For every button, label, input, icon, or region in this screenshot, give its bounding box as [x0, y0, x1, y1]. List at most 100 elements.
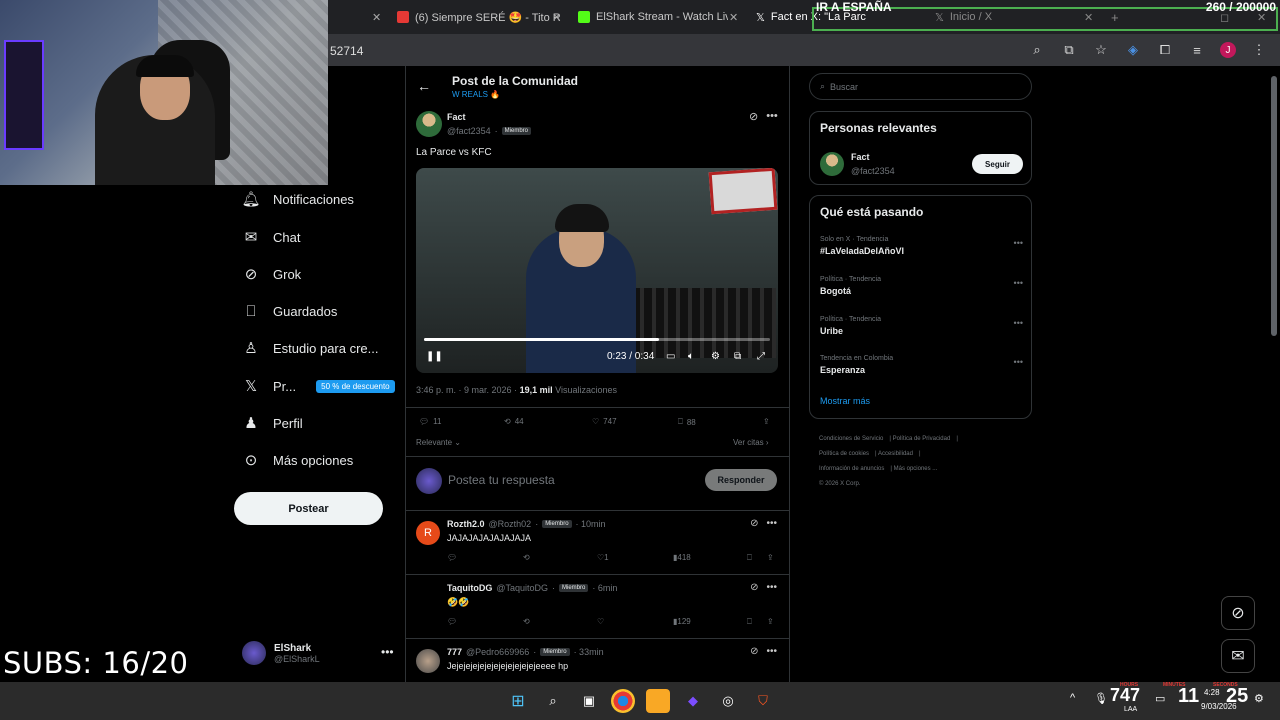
grok-icon[interactable]: ⊘ [750, 582, 758, 593]
post-button[interactable]: Postear [234, 492, 383, 525]
like-action[interactable]: ♡ 747 [592, 417, 617, 426]
url-text[interactable]: 52714 [330, 44, 363, 58]
search-input[interactable]: ⌕ Buscar [809, 73, 1032, 100]
more-icon[interactable]: ••• [1014, 318, 1023, 328]
more-icon[interactable]: ••• [766, 582, 777, 593]
grok-icon[interactable]: ⊘ [750, 646, 758, 657]
avatar[interactable] [416, 585, 440, 609]
heart-icon[interactable]: ♡ [597, 617, 604, 626]
avatar[interactable] [820, 152, 844, 176]
pip-icon[interactable]: ⧉ [734, 351, 741, 362]
comment-handle[interactable]: @TaquitoDG [496, 583, 548, 593]
grok-fab-button[interactable]: ⊘ [1221, 596, 1255, 630]
messages-fab-button[interactable]: ✉ [1221, 639, 1255, 673]
video-player[interactable]: ❚❚ 0:23 / 0:34 ▭ 🔈︎ ⚙ ⧉ ⤢ [416, 168, 778, 373]
account-switcher[interactable]: ElShark @ElSharkL [242, 641, 320, 665]
star-icon[interactable]: ☆ [1092, 41, 1110, 59]
post-timestamp[interactable]: 3:46 p. m. · 9 mar. 2026 · [416, 385, 517, 395]
back-arrow-icon[interactable]: ← [417, 78, 431, 94]
share-icon[interactable]: ⇪ [767, 553, 774, 562]
comment-item[interactable]: R Rozth2.0 @Rozth02 · Miembro · 10min JA… [406, 511, 789, 575]
bookmark-icon[interactable]: ⎕ [747, 553, 752, 563]
trend-item[interactable]: Tendencia en Colombia Esperanza ••• [820, 355, 1023, 375]
volume-icon[interactable]: 🔈︎ [688, 351, 694, 362]
chrome-icon[interactable] [611, 689, 635, 713]
tray-chevron-icon[interactable]: ^ [1070, 692, 1075, 704]
nav-profile[interactable]: ♟ Perfil [243, 415, 302, 432]
comment-handle[interactable]: @Pedro669966 [466, 647, 529, 657]
reply-icon[interactable]: 💬︎ [447, 617, 457, 626]
profile-avatar[interactable]: J [1220, 42, 1236, 58]
bookmark-icon[interactable]: ⎕ [747, 617, 752, 627]
more-icon[interactable]: ••• [1014, 357, 1023, 367]
search-icon[interactable]: ⌕ [541, 689, 565, 713]
avatar[interactable]: R [416, 521, 440, 545]
footer-link[interactable]: Política de Privacidad [893, 436, 951, 442]
grok-icon[interactable]: ⊘ [749, 110, 758, 123]
trend-item[interactable]: Solo en X · Tendencia #LaVeladaDelAñoVI … [820, 236, 1023, 256]
author-name[interactable]: Fact [447, 112, 466, 122]
fullscreen-icon[interactable]: ⤢ [757, 351, 765, 362]
nav-creator-studio[interactable]: ♙ Estudio para cre... [243, 340, 378, 357]
nav-premium[interactable]: 𝕏 Pr... 50 % de descuento [243, 378, 395, 395]
more-icon[interactable]: ••• [766, 646, 777, 657]
language-indicator[interactable]: LAA [1124, 706, 1137, 713]
share-action[interactable]: ⇪ [763, 417, 770, 426]
trend-item[interactable]: Política · Tendencia Uribe ••• [820, 316, 1023, 336]
cast-icon[interactable]: ⧉ [1060, 41, 1078, 59]
comment-author[interactable]: Rozth2.0 [447, 519, 485, 529]
app-diamond-icon[interactable]: ◆ [681, 689, 705, 713]
view-quotes-link[interactable]: Ver citas › [733, 438, 769, 447]
more-icon[interactable]: ••• [766, 110, 778, 123]
reply-input[interactable]: Postea tu respuesta [448, 473, 555, 487]
repost-icon[interactable]: ⟲ [523, 617, 530, 626]
extension-blue-icon[interactable]: ◈ [1124, 41, 1142, 59]
repost-icon[interactable]: ⟲ [523, 553, 530, 562]
grok-icon[interactable]: ⊘ [750, 518, 758, 529]
comment-time[interactable]: · 33min [574, 647, 604, 657]
menu-dots-icon[interactable]: ⋮ [1250, 41, 1268, 59]
trend-item[interactable]: Política · Tendencia Bogotá ••• [820, 276, 1023, 296]
tab-close-button[interactable]: ✕ [368, 6, 381, 28]
account-more-icon[interactable]: ••• [381, 645, 394, 659]
avatar[interactable] [416, 649, 440, 673]
reply-button[interactable]: Responder [705, 469, 777, 491]
footer-link[interactable]: Accesibilidad [878, 451, 913, 457]
comment-item[interactable]: 777 @Pedro669966 · Miembro · 33min Jejej… [406, 639, 789, 681]
sort-dropdown[interactable]: Relevante ⌄ [416, 438, 461, 447]
media-icon[interactable]: ≡ [1188, 41, 1206, 59]
relevant-user-name[interactable]: Fact [851, 152, 870, 162]
show-more-link[interactable]: Mostrar más [820, 396, 870, 406]
settings-icon[interactable]: ⚙ [711, 351, 720, 362]
more-icon[interactable]: ••• [1014, 278, 1023, 288]
author-avatar[interactable] [416, 111, 442, 137]
bookmark-action[interactable]: ⎕ 88 [678, 417, 696, 427]
relevant-user-handle[interactable]: @fact2354 [851, 166, 895, 176]
tab-close-button[interactable]: ✕ [548, 6, 561, 28]
nav-bookmarks[interactable]: ⎕ Guardados [243, 303, 337, 320]
author-handle[interactable]: @fact2354 [447, 126, 491, 136]
obs-icon[interactable]: ◎ [716, 689, 740, 713]
scroll-thumb[interactable] [1271, 76, 1277, 336]
windows-start-icon[interactable]: ⊞ [506, 689, 530, 713]
views-action[interactable]: ▮ 129 [673, 617, 691, 626]
tab-kick[interactable]: ElShark Stream - Watch Live [578, 6, 728, 28]
microphone-icon[interactable]: 🎙︎ [1094, 692, 1108, 705]
comment-author[interactable]: TaquitoDG [447, 583, 492, 593]
comment-handle[interactable]: @Rozth02 [489, 519, 532, 529]
footer-link[interactable]: Política de cookies [819, 451, 869, 457]
nav-more-options[interactable]: ⊙ Más opciones [243, 452, 354, 469]
more-icon[interactable]: ••• [1014, 238, 1023, 248]
page-scrollbar[interactable] [1268, 66, 1280, 682]
comment-author[interactable]: 777 [447, 647, 462, 657]
puzzle-icon[interactable]: ⧠ [1156, 41, 1174, 59]
nav-notifications[interactable]: 🔔︎ Notificaciones [241, 191, 353, 208]
tab-close-button[interactable]: ✕ [725, 6, 738, 28]
footer-link[interactable]: Información de anuncios [819, 466, 884, 472]
views-action[interactable]: ▮ 418 [673, 553, 691, 562]
nav-grok[interactable]: ⊘ Grok [243, 266, 301, 283]
more-icon[interactable]: ••• [766, 518, 777, 529]
footer-link[interactable]: Condiciones de Servicio [819, 436, 883, 442]
follow-button[interactable]: Seguir [972, 154, 1023, 174]
comment-item[interactable]: TaquitoDG @TaquitoDG · Miembro · 6min 🤣🤣… [406, 575, 789, 639]
